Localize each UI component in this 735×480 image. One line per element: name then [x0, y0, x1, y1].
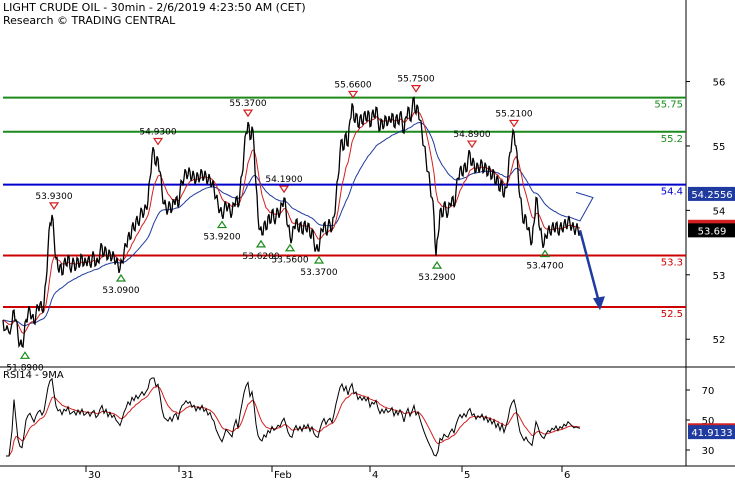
level-label: 55.75: [654, 100, 683, 111]
y-tick-label: 54: [713, 206, 726, 217]
swing-low-label: 53.5600: [271, 256, 308, 266]
price-box-label: 54.2556: [691, 190, 732, 201]
x-tick-label: 30: [88, 470, 101, 480]
level-label: 54.4: [661, 187, 683, 198]
swing-low-marker: [431, 261, 443, 269]
price-chart: 55.75 55.2 54.4 53.3 52.5 53.9300 54.9300 55.3…: [0, 0, 735, 480]
rsi-line: [6, 377, 581, 457]
swing-high-label: 55.7500: [397, 75, 434, 85]
swing-high-marker: [278, 185, 290, 194]
x-tick-label: Feb: [274, 470, 292, 480]
rsi-title: RSI14 - 9MA: [3, 370, 64, 381]
swing-high-marker: [508, 119, 520, 128]
rsi-y-tick-label: 70: [702, 386, 715, 397]
swing-high-marker: [466, 140, 478, 149]
swing-high-label: 55.2100: [495, 109, 532, 119]
swing-high-label: 54.9300: [139, 127, 176, 137]
y-tick-label: 56: [713, 78, 726, 89]
rsi-y-tick-label: 30: [702, 446, 715, 457]
swing-low-label: 53.4700: [526, 262, 563, 272]
swing-high-marker: [347, 90, 359, 99]
y-tick-label: 53: [713, 271, 726, 282]
swing-low-label: 53.3700: [300, 268, 337, 278]
forecast-arrow-head: [593, 296, 605, 311]
swing-low-marker: [115, 273, 127, 282]
swing-high-label: 54.1900: [265, 175, 302, 185]
x-tick-label: 5: [464, 470, 470, 480]
swing-high-marker: [242, 109, 254, 118]
level-label: 52.5: [661, 309, 683, 320]
price-box-label: 53.69: [698, 226, 727, 237]
swing-low-marker: [313, 255, 325, 264]
rsi-box-label: 41.9133: [691, 428, 732, 439]
y-tick-label: 52: [713, 335, 726, 346]
swing-high-marker: [410, 85, 422, 93]
swing-low-marker: [284, 243, 296, 252]
swing-low-marker: [255, 239, 267, 248]
swing-high-label: 55.3700: [229, 99, 266, 109]
y-tick-label: 55: [713, 142, 726, 153]
level-label: 53.3: [661, 257, 683, 268]
x-tick-label: 6: [564, 470, 570, 480]
ma-fast-line: [2, 110, 581, 335]
swing-low-label: 53.9200: [203, 233, 240, 243]
x-tick-label: 4: [372, 470, 378, 480]
swing-high-marker: [48, 202, 60, 210]
swing-high-label: 55.6600: [334, 80, 371, 90]
swing-high-label: 53.9300: [35, 192, 72, 202]
level-label: 55.2: [661, 134, 683, 145]
x-tick-label: 31: [181, 470, 194, 480]
swing-low-label: 53.0900: [102, 286, 139, 296]
forecast-arrow: [578, 230, 601, 303]
swing-high-label: 54.8900: [453, 130, 490, 140]
swing-low-label: 53.2900: [418, 273, 455, 283]
swing-high-marker: [152, 137, 164, 146]
swing-low-marker: [216, 220, 228, 229]
swing-low-marker: [19, 351, 31, 359]
